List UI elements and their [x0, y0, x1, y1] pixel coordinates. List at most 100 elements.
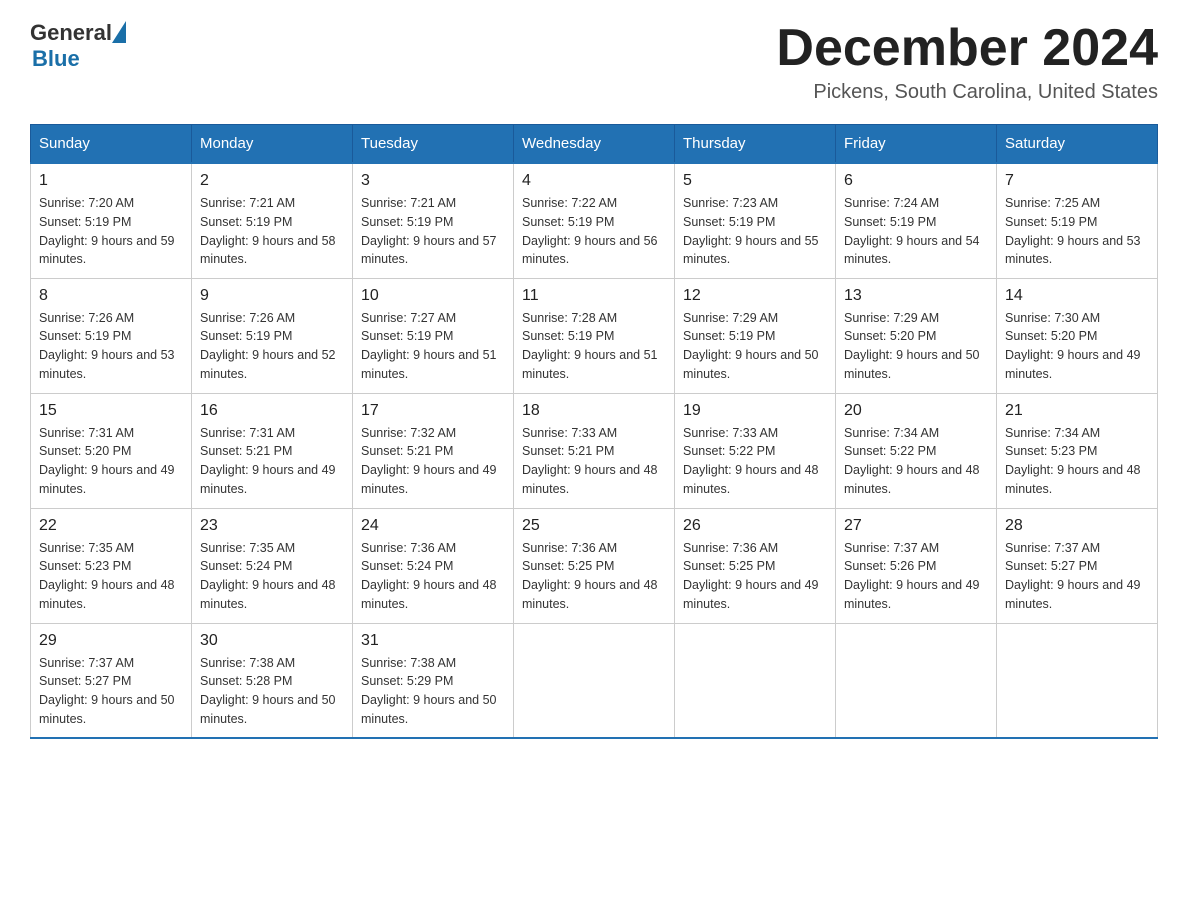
- calendar-cell: 4 Sunrise: 7:22 AM Sunset: 5:19 PM Dayli…: [514, 163, 675, 278]
- calendar-cell: 7 Sunrise: 7:25 AM Sunset: 5:19 PM Dayli…: [997, 163, 1158, 278]
- calendar-week-row: 22 Sunrise: 7:35 AM Sunset: 5:23 PM Dayl…: [31, 508, 1158, 623]
- calendar-week-row: 15 Sunrise: 7:31 AM Sunset: 5:20 PM Dayl…: [31, 393, 1158, 508]
- day-number: 24: [361, 517, 505, 535]
- day-info: Sunrise: 7:34 AM Sunset: 5:23 PM Dayligh…: [1005, 424, 1149, 499]
- calendar-cell: 30 Sunrise: 7:38 AM Sunset: 5:28 PM Dayl…: [192, 623, 353, 738]
- calendar-cell: 12 Sunrise: 7:29 AM Sunset: 5:19 PM Dayl…: [675, 278, 836, 393]
- day-info: Sunrise: 7:30 AM Sunset: 5:20 PM Dayligh…: [1005, 309, 1149, 384]
- day-number: 6: [844, 172, 988, 190]
- day-number: 19: [683, 402, 827, 420]
- day-number: 13: [844, 287, 988, 305]
- day-number: 4: [522, 172, 666, 190]
- day-info: Sunrise: 7:23 AM Sunset: 5:19 PM Dayligh…: [683, 194, 827, 269]
- day-info: Sunrise: 7:29 AM Sunset: 5:19 PM Dayligh…: [683, 309, 827, 384]
- calendar-cell: [514, 623, 675, 738]
- calendar-cell: 3 Sunrise: 7:21 AM Sunset: 5:19 PM Dayli…: [353, 163, 514, 278]
- day-number: 7: [1005, 172, 1149, 190]
- calendar-cell: 27 Sunrise: 7:37 AM Sunset: 5:26 PM Dayl…: [836, 508, 997, 623]
- day-info: Sunrise: 7:20 AM Sunset: 5:19 PM Dayligh…: [39, 194, 183, 269]
- day-info: Sunrise: 7:21 AM Sunset: 5:19 PM Dayligh…: [200, 194, 344, 269]
- calendar-cell: 10 Sunrise: 7:27 AM Sunset: 5:19 PM Dayl…: [353, 278, 514, 393]
- logo-blue-text: Blue: [32, 46, 80, 72]
- calendar-cell: 22 Sunrise: 7:35 AM Sunset: 5:23 PM Dayl…: [31, 508, 192, 623]
- calendar-table: SundayMondayTuesdayWednesdayThursdayFrid…: [30, 124, 1158, 739]
- calendar-cell: 15 Sunrise: 7:31 AM Sunset: 5:20 PM Dayl…: [31, 393, 192, 508]
- calendar-cell: 2 Sunrise: 7:21 AM Sunset: 5:19 PM Dayli…: [192, 163, 353, 278]
- day-number: 23: [200, 517, 344, 535]
- calendar-cell: [997, 623, 1158, 738]
- title-area: December 2024 Pickens, South Carolina, U…: [776, 20, 1158, 104]
- calendar-week-row: 29 Sunrise: 7:37 AM Sunset: 5:27 PM Dayl…: [31, 623, 1158, 738]
- calendar-week-row: 8 Sunrise: 7:26 AM Sunset: 5:19 PM Dayli…: [31, 278, 1158, 393]
- day-info: Sunrise: 7:24 AM Sunset: 5:19 PM Dayligh…: [844, 194, 988, 269]
- location-subtitle: Pickens, South Carolina, United States: [776, 81, 1158, 104]
- day-number: 10: [361, 287, 505, 305]
- day-info: Sunrise: 7:27 AM Sunset: 5:19 PM Dayligh…: [361, 309, 505, 384]
- calendar-cell: 11 Sunrise: 7:28 AM Sunset: 5:19 PM Dayl…: [514, 278, 675, 393]
- day-info: Sunrise: 7:29 AM Sunset: 5:20 PM Dayligh…: [844, 309, 988, 384]
- calendar-week-row: 1 Sunrise: 7:20 AM Sunset: 5:19 PM Dayli…: [31, 163, 1158, 278]
- calendar-cell: 9 Sunrise: 7:26 AM Sunset: 5:19 PM Dayli…: [192, 278, 353, 393]
- day-info: Sunrise: 7:25 AM Sunset: 5:19 PM Dayligh…: [1005, 194, 1149, 269]
- calendar-cell: 19 Sunrise: 7:33 AM Sunset: 5:22 PM Dayl…: [675, 393, 836, 508]
- day-number: 14: [1005, 287, 1149, 305]
- day-number: 21: [1005, 402, 1149, 420]
- day-info: Sunrise: 7:36 AM Sunset: 5:25 PM Dayligh…: [522, 539, 666, 614]
- day-info: Sunrise: 7:33 AM Sunset: 5:22 PM Dayligh…: [683, 424, 827, 499]
- day-info: Sunrise: 7:26 AM Sunset: 5:19 PM Dayligh…: [200, 309, 344, 384]
- calendar-cell: 5 Sunrise: 7:23 AM Sunset: 5:19 PM Dayli…: [675, 163, 836, 278]
- day-info: Sunrise: 7:22 AM Sunset: 5:19 PM Dayligh…: [522, 194, 666, 269]
- calendar-cell: 23 Sunrise: 7:35 AM Sunset: 5:24 PM Dayl…: [192, 508, 353, 623]
- calendar-cell: 29 Sunrise: 7:37 AM Sunset: 5:27 PM Dayl…: [31, 623, 192, 738]
- day-number: 17: [361, 402, 505, 420]
- day-number: 2: [200, 172, 344, 190]
- day-number: 30: [200, 632, 344, 650]
- calendar-cell: 6 Sunrise: 7:24 AM Sunset: 5:19 PM Dayli…: [836, 163, 997, 278]
- calendar-cell: 13 Sunrise: 7:29 AM Sunset: 5:20 PM Dayl…: [836, 278, 997, 393]
- calendar-cell: [675, 623, 836, 738]
- day-info: Sunrise: 7:37 AM Sunset: 5:26 PM Dayligh…: [844, 539, 988, 614]
- day-info: Sunrise: 7:34 AM Sunset: 5:22 PM Dayligh…: [844, 424, 988, 499]
- calendar-cell: 1 Sunrise: 7:20 AM Sunset: 5:19 PM Dayli…: [31, 163, 192, 278]
- day-info: Sunrise: 7:35 AM Sunset: 5:24 PM Dayligh…: [200, 539, 344, 614]
- calendar-cell: 14 Sunrise: 7:30 AM Sunset: 5:20 PM Dayl…: [997, 278, 1158, 393]
- day-info: Sunrise: 7:31 AM Sunset: 5:21 PM Dayligh…: [200, 424, 344, 499]
- calendar-cell: 18 Sunrise: 7:33 AM Sunset: 5:21 PM Dayl…: [514, 393, 675, 508]
- calendar-cell: 31 Sunrise: 7:38 AM Sunset: 5:29 PM Dayl…: [353, 623, 514, 738]
- weekday-header-sunday: Sunday: [31, 125, 192, 164]
- day-number: 15: [39, 402, 183, 420]
- calendar-cell: 21 Sunrise: 7:34 AM Sunset: 5:23 PM Dayl…: [997, 393, 1158, 508]
- day-number: 18: [522, 402, 666, 420]
- weekday-header-friday: Friday: [836, 125, 997, 164]
- day-number: 1: [39, 172, 183, 190]
- day-number: 9: [200, 287, 344, 305]
- calendar-cell: 25 Sunrise: 7:36 AM Sunset: 5:25 PM Dayl…: [514, 508, 675, 623]
- day-info: Sunrise: 7:35 AM Sunset: 5:23 PM Dayligh…: [39, 539, 183, 614]
- day-number: 20: [844, 402, 988, 420]
- calendar-cell: 20 Sunrise: 7:34 AM Sunset: 5:22 PM Dayl…: [836, 393, 997, 508]
- page-header: General Blue December 2024 Pickens, Sout…: [30, 20, 1158, 104]
- day-info: Sunrise: 7:38 AM Sunset: 5:28 PM Dayligh…: [200, 654, 344, 729]
- day-info: Sunrise: 7:28 AM Sunset: 5:19 PM Dayligh…: [522, 309, 666, 384]
- day-number: 5: [683, 172, 827, 190]
- calendar-cell: 17 Sunrise: 7:32 AM Sunset: 5:21 PM Dayl…: [353, 393, 514, 508]
- weekday-header-wednesday: Wednesday: [514, 125, 675, 164]
- day-number: 3: [361, 172, 505, 190]
- day-number: 16: [200, 402, 344, 420]
- weekday-header-monday: Monday: [192, 125, 353, 164]
- day-number: 28: [1005, 517, 1149, 535]
- day-info: Sunrise: 7:26 AM Sunset: 5:19 PM Dayligh…: [39, 309, 183, 384]
- day-info: Sunrise: 7:31 AM Sunset: 5:20 PM Dayligh…: [39, 424, 183, 499]
- day-number: 29: [39, 632, 183, 650]
- day-info: Sunrise: 7:36 AM Sunset: 5:25 PM Dayligh…: [683, 539, 827, 614]
- calendar-cell: 26 Sunrise: 7:36 AM Sunset: 5:25 PM Dayl…: [675, 508, 836, 623]
- day-number: 26: [683, 517, 827, 535]
- day-info: Sunrise: 7:38 AM Sunset: 5:29 PM Dayligh…: [361, 654, 505, 729]
- day-number: 25: [522, 517, 666, 535]
- day-info: Sunrise: 7:32 AM Sunset: 5:21 PM Dayligh…: [361, 424, 505, 499]
- day-number: 22: [39, 517, 183, 535]
- weekday-header-thursday: Thursday: [675, 125, 836, 164]
- day-number: 31: [361, 632, 505, 650]
- calendar-cell: 28 Sunrise: 7:37 AM Sunset: 5:27 PM Dayl…: [997, 508, 1158, 623]
- weekday-header-tuesday: Tuesday: [353, 125, 514, 164]
